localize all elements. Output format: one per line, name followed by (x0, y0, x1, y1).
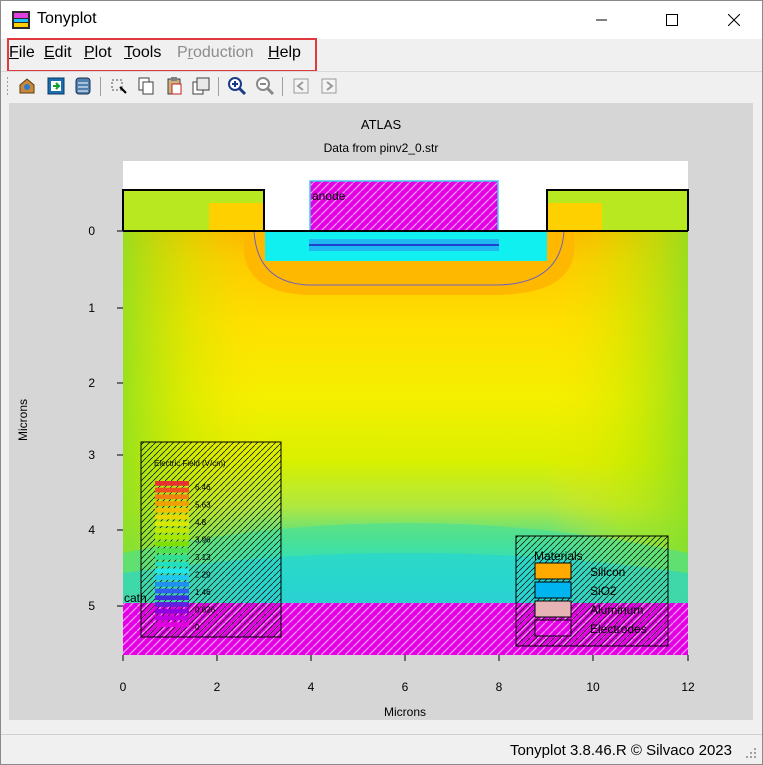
colorbar-swatch (155, 588, 189, 594)
colorbar-tick-label: 0.626 (195, 606, 216, 615)
print-icon[interactable] (73, 76, 93, 96)
x-tick-label: 8 (496, 680, 503, 694)
colorbar-tick-label: 2.29 (195, 571, 211, 580)
colorbar-swatch (155, 581, 189, 587)
material-swatch (534, 581, 572, 599)
colorbar-swatch (155, 575, 189, 580)
field-legend-title: Electric Field (V/cm) (154, 459, 226, 468)
y-tick-label: 5 (88, 599, 95, 613)
y-tick-label: 3 (88, 448, 95, 462)
material-swatch (534, 619, 572, 637)
colorbar-swatch (155, 514, 189, 520)
electric-field-legend[interactable]: Electric Field (V/cm) 6.46 5.63 4.8 3.96 3.1… (140, 441, 282, 638)
x-axis-label: Microns (384, 705, 426, 719)
window-title: Tonyplot (37, 10, 97, 27)
colorbar-tick-label: 6.46 (195, 483, 211, 492)
x-axis-ticks (122, 655, 689, 661)
paste-icon[interactable] (164, 76, 184, 96)
maximize-icon (666, 14, 678, 26)
toolbar (1, 71, 762, 101)
colorbar-swatch (155, 608, 189, 614)
toolbar-grip (7, 77, 8, 96)
x-tick-label: 0 (120, 680, 127, 694)
x-tick-label: 10 (586, 680, 600, 694)
copy-icon[interactable] (136, 76, 156, 96)
materials-legend-title: Materials (534, 549, 583, 563)
toolbar-separator (218, 77, 219, 96)
colorbar-swatch (155, 568, 189, 574)
materials-legend[interactable]: Materials Silicon SiO2 Aluminum Electrodes (515, 535, 669, 647)
colorbar-swatch (155, 521, 189, 527)
colorbar-swatch (155, 622, 189, 627)
colorbar-swatch (155, 481, 189, 486)
resize-grip-icon[interactable] (744, 746, 758, 760)
colorbar-swatch (155, 595, 189, 601)
import-icon[interactable] (46, 76, 66, 96)
colorbar-swatch (155, 487, 189, 493)
y-tick-label: 1 (88, 301, 95, 315)
colorbar-swatch (155, 501, 189, 506)
material-swatch (534, 600, 572, 618)
x-tick-label: 6 (402, 680, 409, 694)
colorbar-swatch (155, 494, 189, 500)
colorbar-swatch (155, 528, 189, 533)
tonyplot-app-icon (12, 11, 30, 29)
x-tick-label: 12 (681, 680, 695, 694)
colorbar-swatch (155, 541, 189, 547)
minimize-button[interactable] (579, 1, 625, 39)
close-icon (728, 14, 740, 26)
select-icon[interactable] (109, 76, 129, 96)
y-axis-label: Microns (16, 399, 30, 441)
colorbar-tick-label: 0 (195, 623, 200, 632)
minimize-icon (596, 19, 607, 21)
plot-area[interactable]: ATLAS Data from pinv2_0.str 0 2 4 6 8 10… (9, 103, 753, 720)
colorbar-tick-label: 3.13 (195, 553, 211, 562)
material-label: SiO2 (590, 584, 617, 598)
colorbar-swatch (155, 615, 189, 621)
material-swatch (534, 562, 572, 580)
menu-highlight-box (7, 38, 317, 72)
zoom-out-icon[interactable] (255, 76, 275, 96)
y-axis-ticks (117, 230, 123, 607)
material-label: Electrodes (590, 622, 647, 636)
y-tick-label: 2 (88, 376, 95, 390)
colorbar-swatch (155, 548, 189, 553)
device-plot[interactable]: 0 2 4 6 8 10 12 0 1 2 3 4 5 Microns Micr… (9, 103, 753, 720)
x-tick-label: 2 (214, 680, 221, 694)
colorbar-swatch (155, 507, 189, 513)
colorbar-swatch (155, 602, 189, 607)
zoom-in-icon[interactable] (227, 76, 247, 96)
overlay-icon[interactable] (191, 76, 211, 96)
title-bar: Tonyplot (1, 1, 762, 39)
colorbar-tick-label: 5.63 (195, 501, 211, 510)
y-tick-label: 4 (88, 523, 95, 537)
colorbar-swatch (155, 555, 189, 560)
close-button[interactable] (711, 1, 757, 39)
previous-icon[interactable] (291, 76, 311, 96)
colorbar-swatch (155, 534, 189, 540)
colorbar-tick-label: 1.46 (195, 588, 211, 597)
material-label: Aluminum (590, 603, 643, 617)
open-icon[interactable] (17, 76, 37, 96)
tonyplot-window: Tonyplot File Edit Plot Tools Production… (0, 0, 763, 765)
next-icon[interactable] (319, 76, 339, 96)
colorbar-tick-label: 4.8 (195, 518, 207, 527)
toolbar-separator (282, 77, 283, 96)
material-label: Silicon (590, 565, 625, 579)
status-bar: Tonyplot 3.8.46.R © Silvaco 2023 (1, 734, 762, 764)
anode-label: anode (312, 189, 346, 203)
y-tick-label: 0 (88, 224, 95, 238)
maximize-button[interactable] (649, 1, 695, 39)
status-text: Tonyplot 3.8.46.R © Silvaco 2023 (509, 742, 732, 759)
toolbar-separator (100, 77, 101, 96)
colorbar-tick-label: 3.96 (195, 536, 211, 545)
x-tick-label: 4 (308, 680, 315, 694)
colorbar-swatch (155, 561, 189, 567)
